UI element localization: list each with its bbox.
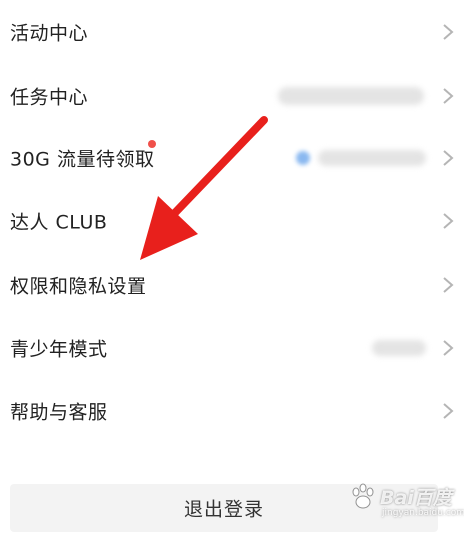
chevron-right-icon <box>443 150 454 166</box>
menu-item-label: 帮助与客服 <box>10 401 108 424</box>
menu-item-help-support[interactable]: 帮助与客服 <box>0 383 464 439</box>
paw-icon <box>352 483 374 509</box>
menu-item-label: 30G 流量待领取 <box>10 148 155 171</box>
menu-item-talent-club[interactable]: 达人 CLUB <box>0 193 464 249</box>
blurred-value <box>318 150 426 166</box>
chevron-right-icon <box>443 24 454 40</box>
blurred-value <box>372 340 426 356</box>
menu-item-label: 任务中心 <box>10 86 89 109</box>
chevron-right-icon <box>443 213 454 229</box>
notification-badge <box>148 140 156 148</box>
watermark-subtext: jingyan.baidu.com <box>382 508 464 518</box>
menu-item-activity-center[interactable]: 活动中心 <box>0 4 464 60</box>
menu-item-privacy-settings[interactable]: 权限和隐私设置 <box>0 257 464 313</box>
baidu-watermark: Bai百度 jingyan.baidu.com <box>348 478 464 528</box>
menu-item-teen-mode[interactable]: 青少年模式 <box>0 320 464 376</box>
menu-item-task-center[interactable]: 任务中心 <box>0 68 464 124</box>
chevron-right-icon <box>443 277 454 293</box>
blurred-icon <box>296 151 310 165</box>
menu-item-label: 权限和隐私设置 <box>10 275 147 298</box>
chevron-right-icon <box>443 340 454 356</box>
menu-item-30g-data[interactable]: 30G 流量待领取 <box>0 130 464 186</box>
chevron-right-icon <box>443 403 454 419</box>
menu-item-label: 达人 CLUB <box>10 211 108 234</box>
menu-item-label: 青少年模式 <box>10 338 108 361</box>
chevron-right-icon <box>443 88 454 104</box>
blurred-value <box>278 87 424 105</box>
watermark-text: Bai百度 <box>380 487 452 509</box>
menu-item-label: 活动中心 <box>10 22 89 45</box>
